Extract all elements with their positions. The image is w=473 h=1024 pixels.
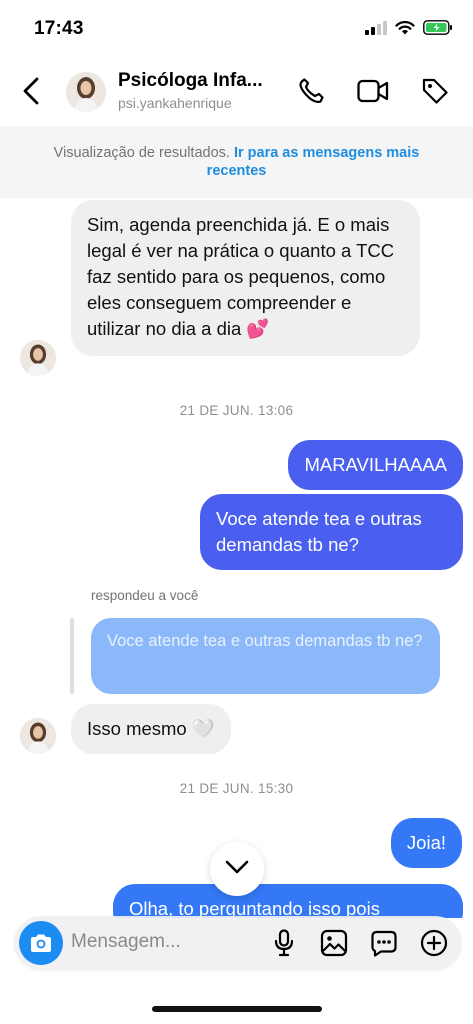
incoming-message[interactable]: Sim, agenda preenchida já. E o mais lega… bbox=[71, 200, 420, 356]
header-titles[interactable]: Psicóloga Infa... psi.yankahenrique bbox=[118, 70, 288, 111]
contact-name: Psicóloga Infa... bbox=[118, 70, 263, 91]
battery-icon bbox=[423, 20, 453, 40]
outgoing-message[interactable]: Joia! bbox=[390, 818, 462, 868]
composer-actions bbox=[269, 928, 448, 957]
avatar[interactable] bbox=[20, 340, 56, 376]
signal-icon bbox=[365, 20, 387, 40]
camera-button[interactable] bbox=[19, 921, 63, 965]
back-arrow-icon[interactable] bbox=[14, 72, 48, 110]
quoted-message[interactable]: Voce atende tea e outras demandas tb ne? bbox=[91, 618, 440, 694]
contact-username: psi.yankahenrique bbox=[118, 95, 232, 111]
jump-to-recent-link[interactable]: Ir para as mensagens mais recentes bbox=[207, 145, 420, 179]
gallery-icon[interactable] bbox=[319, 928, 348, 957]
incoming-message[interactable]: Isso mesmo 🤍 bbox=[71, 704, 231, 754]
reply-bar bbox=[70, 618, 74, 694]
tag-icon[interactable] bbox=[419, 75, 451, 107]
message-composer: Mensagem... bbox=[14, 916, 462, 970]
scroll-to-bottom-button[interactable] bbox=[210, 842, 264, 896]
video-call-icon[interactable] bbox=[357, 75, 389, 107]
timestamp: 21 DE JUN. 15:30 bbox=[179, 781, 294, 796]
outgoing-message[interactable]: Olha, to perguntando isso pois bbox=[113, 884, 463, 918]
banner-text: Visualização de resultados. bbox=[53, 145, 230, 161]
header-actions bbox=[295, 75, 451, 107]
status-time: 17:43 bbox=[34, 18, 84, 39]
chat-header: Psicóloga Infa... psi.yankahenrique bbox=[0, 58, 473, 124]
timestamp: 21 DE JUN. 13:06 bbox=[179, 403, 294, 418]
status-icons bbox=[365, 20, 453, 40]
sticker-icon[interactable] bbox=[369, 928, 398, 957]
search-results-banner: Visualização de resultados. Ir para as m… bbox=[0, 126, 473, 198]
home-indicator bbox=[152, 1006, 322, 1012]
message-thread[interactable]: Sim, agenda preenchida já. E o mais lega… bbox=[0, 198, 473, 918]
avatar[interactable] bbox=[66, 72, 106, 112]
microphone-icon[interactable] bbox=[269, 928, 298, 957]
replied-label: respondeu a você bbox=[91, 588, 199, 603]
outgoing-message[interactable]: Voce atende tea e outras demandas tb ne? bbox=[200, 494, 463, 570]
message-input[interactable]: Mensagem... bbox=[71, 931, 181, 953]
phone-icon[interactable] bbox=[295, 75, 327, 107]
status-bar: 17:43 bbox=[0, 0, 473, 58]
outgoing-message[interactable]: MARAVILHAAAA bbox=[288, 440, 463, 490]
plus-circle-icon[interactable] bbox=[419, 928, 448, 957]
wifi-icon bbox=[395, 20, 415, 40]
avatar[interactable] bbox=[20, 718, 56, 754]
chevron-down-icon bbox=[225, 860, 249, 879]
